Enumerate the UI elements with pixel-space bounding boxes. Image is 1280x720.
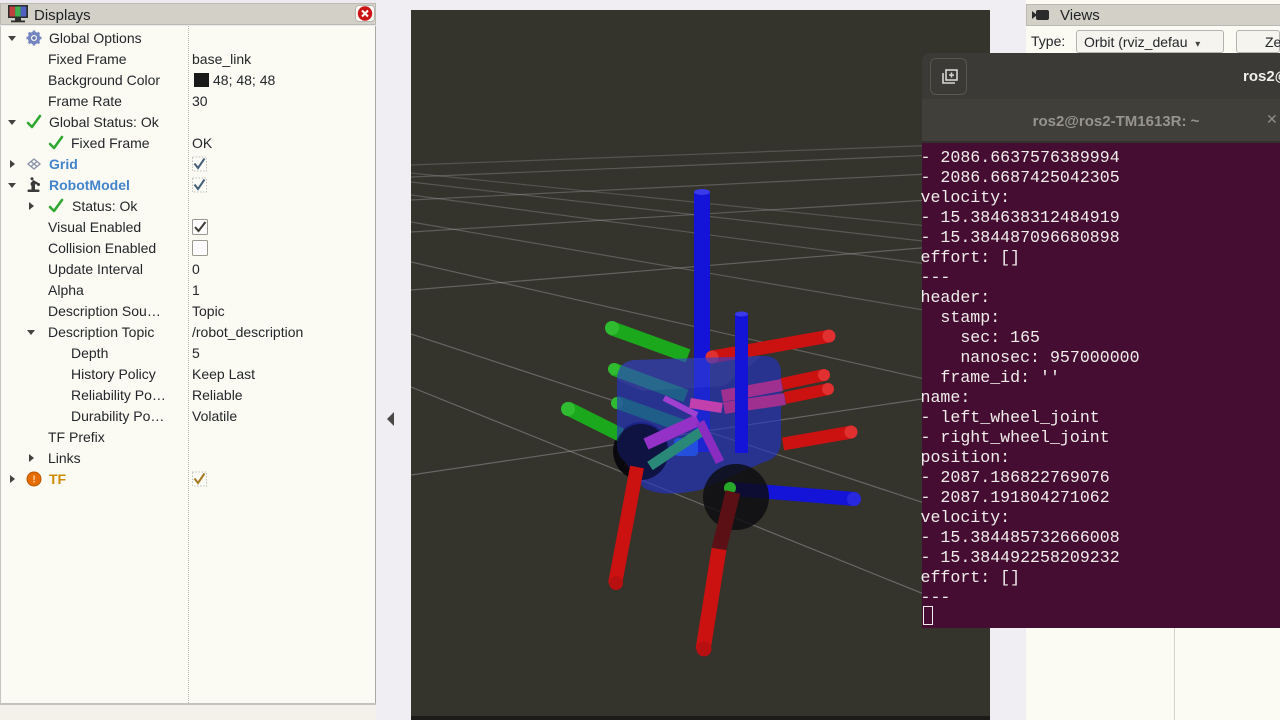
svg-text:Grid: Grid (49, 156, 78, 172)
svg-text:Reliability Po…: Reliability Po… (71, 387, 166, 403)
svg-text:!: ! (32, 475, 35, 486)
svg-text:Keep Last: Keep Last (192, 366, 255, 382)
svg-text:Topic: Topic (192, 303, 225, 319)
svg-text:Description Topic: Description Topic (48, 324, 154, 340)
svg-text:Update Interval: Update Interval (48, 261, 143, 277)
svg-text:Collision Enabled: Collision Enabled (48, 240, 156, 256)
svg-text:Background Color: Background Color (48, 72, 160, 88)
svg-text:Durability Po…: Durability Po… (71, 408, 164, 424)
svg-text:Visual Enabled: Visual Enabled (48, 219, 141, 235)
svg-text:48; 48; 48: 48; 48; 48 (213, 72, 275, 88)
svg-text:30: 30 (192, 93, 208, 109)
svg-text:Reliable: Reliable (192, 387, 243, 403)
svg-text:Depth: Depth (71, 345, 108, 361)
svg-text:Description Sou…: Description Sou… (48, 303, 161, 319)
svg-text:Links: Links (48, 450, 81, 466)
svg-text:5: 5 (192, 345, 200, 361)
svg-text:/robot_description: /robot_description (192, 324, 303, 340)
svg-text:Volatile: Volatile (192, 408, 237, 424)
svg-text:1: 1 (192, 282, 200, 298)
svg-text:Alpha: Alpha (48, 282, 84, 298)
svg-text:RobotModel: RobotModel (49, 177, 130, 193)
svg-text:Global Options: Global Options (49, 30, 142, 46)
svg-text:OK: OK (192, 135, 213, 151)
svg-text:Fixed Frame: Fixed Frame (48, 51, 127, 67)
svg-text:Status: Ok: Status: Ok (72, 198, 138, 214)
svg-text:Global Status: Ok: Global Status: Ok (49, 114, 160, 130)
svg-text:Views: Views (1060, 7, 1100, 24)
svg-text:base_link: base_link (192, 51, 252, 67)
svg-text:TF: TF (49, 471, 67, 487)
svg-text:Fixed Frame: Fixed Frame (71, 135, 150, 151)
svg-text:0: 0 (192, 261, 200, 277)
svg-text:Frame Rate: Frame Rate (48, 93, 122, 109)
svg-text:History Policy: History Policy (71, 366, 156, 382)
svg-text:TF Prefix: TF Prefix (48, 429, 105, 445)
